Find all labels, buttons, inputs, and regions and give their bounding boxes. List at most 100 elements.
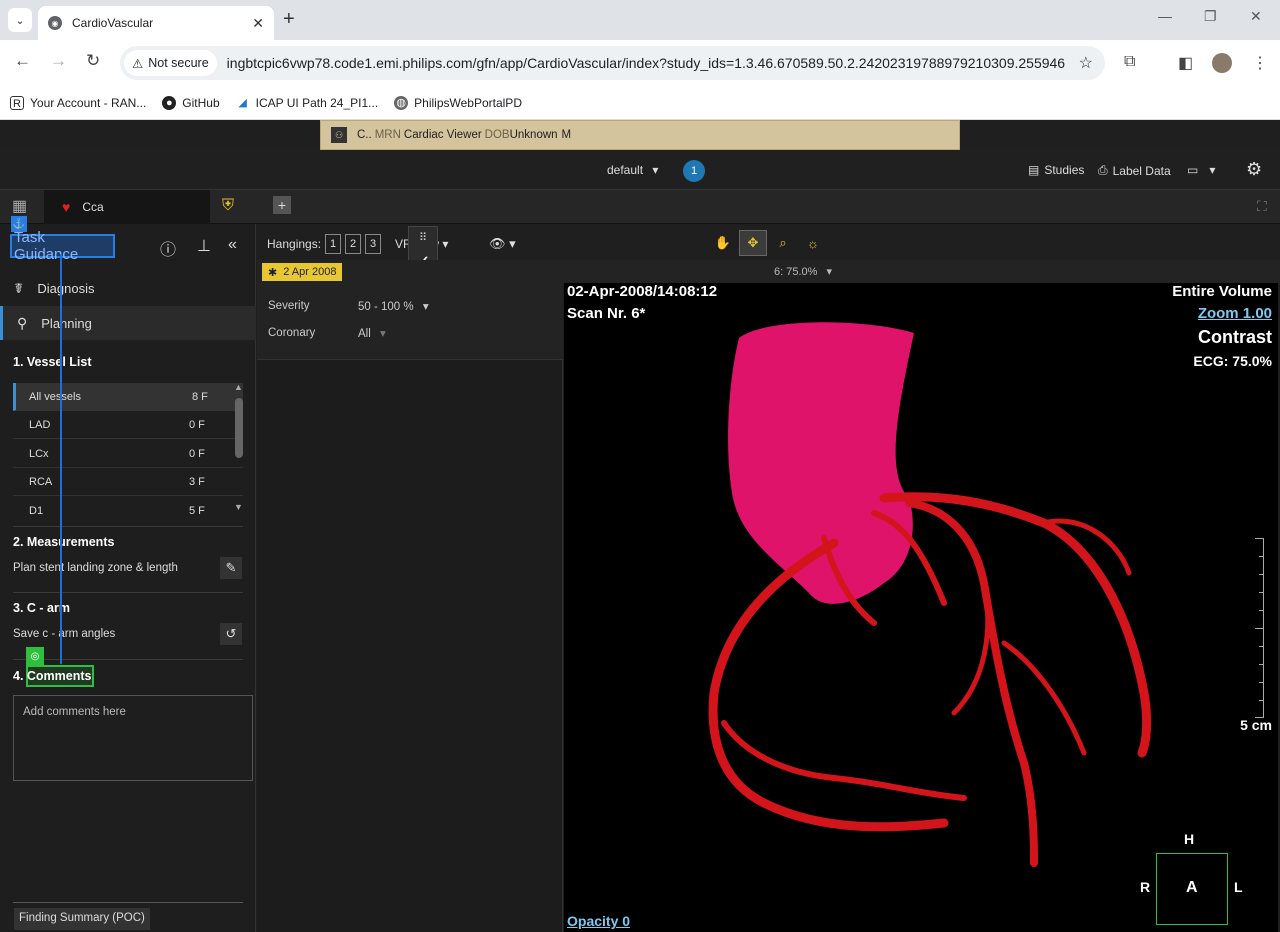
maximize-icon[interactable]: ⛶ xyxy=(1257,198,1267,215)
scale-label: 5 cm xyxy=(1240,717,1272,733)
chevron-down-icon: ▾ xyxy=(509,236,516,251)
pin-icon[interactable]: ⊥ xyxy=(197,236,211,256)
label-data-button[interactable]: ⎙ Label Data xyxy=(1098,163,1171,178)
preset-label: default xyxy=(607,163,644,177)
coronary-dropdown[interactable]: All ▾ xyxy=(358,326,386,340)
count-badge[interactable]: 1 xyxy=(683,160,705,182)
url-text[interactable]: ingbtcpic6vwp78.code1.emi.philips.com/gf… xyxy=(227,55,1065,71)
study-date-label: 2 Apr 2008 xyxy=(283,266,337,278)
collapse-icon[interactable]: « xyxy=(228,236,237,254)
vessel-name: RCA xyxy=(29,475,53,488)
drag-dots-icon[interactable]: ⠿ xyxy=(409,231,437,244)
vessel-name: LAD xyxy=(29,418,51,431)
close-window-icon[interactable]: ✕ xyxy=(1250,8,1262,25)
vessel-row[interactable]: RCA 3 F xyxy=(13,468,243,496)
chevron-down-icon: ▾ xyxy=(826,266,833,278)
profile-avatar[interactable] xyxy=(1212,53,1232,73)
globe-icon: ◍ xyxy=(394,95,409,110)
browser-tab[interactable]: ◉ CardioVascular ✕ xyxy=(38,6,274,40)
r-logo-icon: R xyxy=(10,95,24,110)
phase-dropdown[interactable]: 6: 75.0% ▾ xyxy=(774,265,832,278)
bookmark-star-icon[interactable]: ☆ xyxy=(1079,53,1093,73)
extensions-icon[interactable]: ⧉ xyxy=(1124,53,1135,71)
scrollbar-thumb[interactable] xyxy=(235,398,243,458)
new-tab-button[interactable]: + xyxy=(283,8,295,31)
patient-banner[interactable]: ⚇ C.. MRN Cardiac Viewer DOB Unknown M xyxy=(320,120,960,150)
visibility-dropdown[interactable]: 👁 ▾ xyxy=(489,236,516,252)
vessel-name: LCx xyxy=(29,447,49,460)
findings-list-panel xyxy=(257,360,563,932)
divider xyxy=(13,659,243,660)
layout-dropdown[interactable]: ▭ ▾ xyxy=(1187,163,1215,177)
workflow-diagnosis[interactable]: ☤ Diagnosis xyxy=(0,271,256,305)
minimize-icon[interactable]: — xyxy=(1158,8,1172,24)
back-icon[interactable]: ← xyxy=(14,51,31,71)
scroll-up-icon[interactable]: ▲ xyxy=(234,382,243,392)
preset-dropdown[interactable]: default ▾ xyxy=(607,163,658,177)
hangings-label: Hangings: xyxy=(267,237,322,251)
rotate-tool-icon[interactable]: ✥ xyxy=(739,230,767,256)
task-guidance-title[interactable]: Task Guidance xyxy=(10,229,115,263)
tab-cca[interactable]: ♥ Cca xyxy=(44,190,210,224)
severity-dropdown[interactable]: 50 - 100 % ▾ xyxy=(358,299,429,313)
browser-tab-bar: ⌄ ◉ CardioVascular ✕ + — ❐ ✕ xyxy=(0,0,1280,40)
orientation-center: A xyxy=(1186,879,1198,896)
restore-icon[interactable]: ❐ xyxy=(1204,8,1217,25)
volume-label: Entire Volume xyxy=(1172,283,1272,300)
bookmark-item[interactable]: ● GitHub xyxy=(162,95,220,110)
task-guidance-panel: Task Guidance ⓘ ⊥ « ☤ Diagnosis ⚲ Planning… xyxy=(0,216,256,932)
vessel-row[interactable]: All vessels 8 F xyxy=(13,383,243,411)
zoom-link[interactable]: Zoom 1.00 xyxy=(1198,305,1272,322)
apps-grid-icon[interactable]: ▦ xyxy=(12,196,27,216)
vessel-list-scrollbar[interactable]: ▲ ▼ xyxy=(234,382,244,514)
bookmark-item[interactable]: ◍ PhilipsWebPortalPD xyxy=(394,95,522,110)
shield-icon[interactable]: ⛨ xyxy=(222,197,234,215)
gear-icon[interactable]: ⚙ xyxy=(1246,159,1262,180)
bookmark-item[interactable]: ◢ ICAP UI Path 24_PI1... xyxy=(236,96,378,110)
aorta-shape xyxy=(728,322,914,604)
address-bar-row: ← → ↻ ⚠ Not secure ingbtcpic6vwp78.code1… xyxy=(0,40,1280,86)
hanging-2-button[interactable]: 2 xyxy=(345,234,362,254)
divider xyxy=(13,526,243,527)
opacity-link[interactable]: Opacity 0 xyxy=(567,913,630,929)
bookmark-item[interactable]: R Your Account - RAN... xyxy=(10,95,146,110)
measurements-item: Plan stent landing zone & length xyxy=(13,562,178,574)
workflow-planning[interactable]: ⚲ Planning xyxy=(0,306,256,340)
workflow-label: Planning xyxy=(41,315,92,331)
star-icon: ✱ xyxy=(268,266,278,279)
study-date-bar: ✱ 2 Apr 2008 6: 75.0% ▾ xyxy=(257,260,1280,284)
browser-menu-icon[interactable]: ⋮ xyxy=(1252,53,1268,73)
add-tab-button[interactable]: + xyxy=(273,196,291,214)
dob-label: DOB xyxy=(484,129,510,141)
zoom-tool-icon[interactable]: ⌕ xyxy=(769,230,797,256)
finding-summary-tab[interactable]: Finding Summary (POC) xyxy=(14,908,150,930)
reload-icon[interactable]: ↻ xyxy=(86,51,100,71)
scan-number: Scan Nr. 6* xyxy=(567,305,646,322)
forward-icon[interactable]: → xyxy=(50,51,67,71)
vessel-row[interactable]: LAD 0 F xyxy=(13,411,243,439)
hanging-3-button[interactable]: 3 xyxy=(365,234,382,254)
measurements-heading: 2. Measurements xyxy=(13,535,115,549)
pan-hand-icon[interactable]: ✋ xyxy=(709,230,737,256)
studies-button[interactable]: ▤ Studies xyxy=(1028,163,1084,177)
tab-search-button[interactable]: ⌄ xyxy=(8,8,32,32)
scroll-down-icon[interactable]: ▼ xyxy=(234,502,243,512)
vr-viewport[interactable]: 02-Apr-2008/14:08:12 Scan Nr. 6* Entire … xyxy=(564,283,1278,932)
severity-value: 50 - 100 % xyxy=(358,301,414,313)
vessel-name: All vessels xyxy=(29,390,81,403)
contrast-tool-icon[interactable]: ☼ xyxy=(799,230,827,256)
comments-textarea[interactable]: Add comments here xyxy=(13,695,253,781)
hanging-1-button[interactable]: 1 xyxy=(325,234,342,254)
omnibox[interactable]: ⚠ Not secure ingbtcpic6vwp78.code1.emi.p… xyxy=(120,46,1105,80)
study-date-chip[interactable]: ✱ 2 Apr 2008 xyxy=(262,263,343,281)
close-tab-icon[interactable]: ✕ xyxy=(252,15,264,32)
sidepanel-icon[interactable]: ◧ xyxy=(1178,53,1193,73)
security-chip[interactable]: ⚠ Not secure xyxy=(124,50,217,76)
save-carm-button[interactable]: ↺ xyxy=(220,623,242,645)
vessel-row[interactable]: LCx 0 F xyxy=(13,440,243,468)
add-measurement-button[interactable]: ✎ xyxy=(220,557,242,579)
chevron-down-icon: ▾ xyxy=(442,237,449,251)
github-icon: ● xyxy=(162,95,177,110)
help-icon[interactable]: ⓘ xyxy=(160,236,176,260)
vessel-row[interactable]: D1 5 F xyxy=(13,497,243,525)
